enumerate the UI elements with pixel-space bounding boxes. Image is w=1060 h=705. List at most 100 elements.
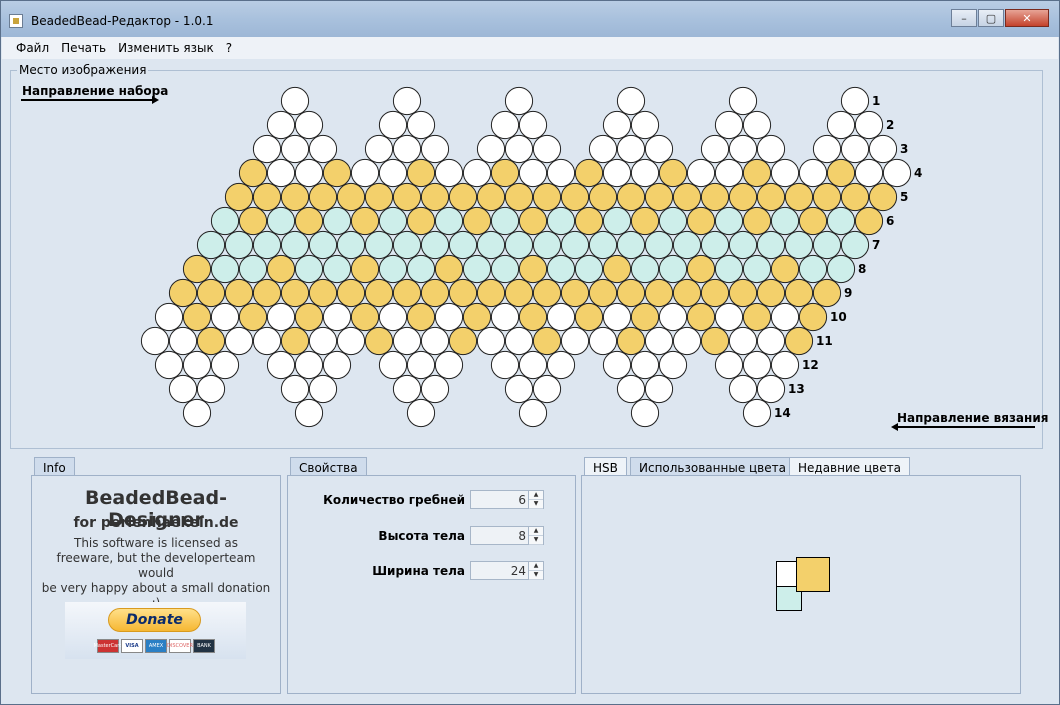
bead[interactable] [616,134,646,164]
bead[interactable] [364,230,394,260]
bead[interactable] [294,110,324,140]
bead[interactable] [784,230,814,260]
bead[interactable] [518,302,548,332]
bead[interactable] [322,158,352,188]
bead[interactable] [406,350,436,380]
tab-properties[interactable]: Свойства [290,457,367,477]
bead[interactable] [378,206,408,236]
bead[interactable] [476,182,506,212]
bead[interactable] [476,230,506,260]
bead[interactable] [532,182,562,212]
bead[interactable] [322,302,352,332]
bead[interactable] [434,158,464,188]
bead[interactable] [392,374,422,404]
bead[interactable] [364,134,394,164]
bead[interactable] [434,302,464,332]
bead[interactable] [154,302,184,332]
bead[interactable] [840,134,870,164]
bead[interactable] [364,182,394,212]
bead[interactable] [658,254,688,284]
bead[interactable] [560,182,590,212]
tab-info[interactable]: Info [34,457,75,477]
bead[interactable] [448,326,478,356]
bead[interactable] [756,278,786,308]
bead[interactable] [308,134,338,164]
bead[interactable] [826,110,856,140]
bead[interactable] [798,254,828,284]
bead[interactable] [546,158,576,188]
bead[interactable] [490,350,520,380]
bead[interactable] [742,110,772,140]
bead[interactable] [616,326,646,356]
bead[interactable] [252,230,282,260]
body-height-spinner[interactable]: 8 ▲ ▼ [470,526,544,545]
bead[interactable] [686,158,716,188]
tab-used-colors[interactable]: Использованные цвета [630,457,795,477]
bead[interactable] [532,278,562,308]
bead[interactable] [700,326,730,356]
bead[interactable] [728,326,758,356]
bead[interactable] [280,86,310,116]
bead[interactable] [266,302,296,332]
bead[interactable] [574,302,604,332]
bead[interactable] [308,230,338,260]
spin-down-icon[interactable]: ▼ [529,536,543,545]
bead[interactable] [378,302,408,332]
bead[interactable] [616,374,646,404]
bead[interactable] [630,110,660,140]
bead[interactable] [280,134,310,164]
bead[interactable] [602,110,632,140]
bead[interactable] [224,278,254,308]
bead[interactable] [714,302,744,332]
bead[interactable] [224,182,254,212]
bead[interactable] [252,134,282,164]
bead[interactable] [532,374,562,404]
body-height-value[interactable]: 8 [518,529,526,543]
bead[interactable] [420,182,450,212]
bead[interactable] [630,254,660,284]
bead[interactable] [210,350,240,380]
bead[interactable] [630,206,660,236]
bead[interactable] [364,278,394,308]
color-swatch-yellow[interactable] [796,557,830,592]
bead[interactable] [518,158,548,188]
bead[interactable] [196,278,226,308]
body-width-spinner[interactable]: 24 ▲ ▼ [470,561,544,580]
bead[interactable] [350,302,380,332]
bead[interactable] [378,158,408,188]
bead[interactable] [420,374,450,404]
bead[interactable] [770,302,800,332]
bead[interactable] [588,230,618,260]
bead[interactable] [700,182,730,212]
bead[interactable] [336,278,366,308]
bead[interactable] [322,206,352,236]
bead[interactable] [728,230,758,260]
bead[interactable] [294,398,324,428]
bead[interactable] [588,278,618,308]
bead[interactable] [266,350,296,380]
bead[interactable] [532,326,562,356]
bead[interactable] [504,230,534,260]
bead[interactable] [756,230,786,260]
bead[interactable] [336,326,366,356]
bead[interactable] [168,278,198,308]
bead[interactable] [448,278,478,308]
bead[interactable] [700,134,730,164]
bead[interactable] [728,182,758,212]
spin-up-icon[interactable]: ▲ [529,491,543,500]
bead[interactable] [504,134,534,164]
bead[interactable] [308,278,338,308]
bead[interactable] [308,326,338,356]
bead[interactable] [630,158,660,188]
bead[interactable] [602,254,632,284]
bead[interactable] [294,206,324,236]
bead[interactable] [378,254,408,284]
bead[interactable] [182,302,212,332]
bead[interactable] [644,326,674,356]
bead[interactable] [266,254,296,284]
bead[interactable] [602,206,632,236]
bead[interactable] [196,374,226,404]
bead[interactable] [406,206,436,236]
bead[interactable] [742,302,772,332]
bead[interactable] [714,254,744,284]
